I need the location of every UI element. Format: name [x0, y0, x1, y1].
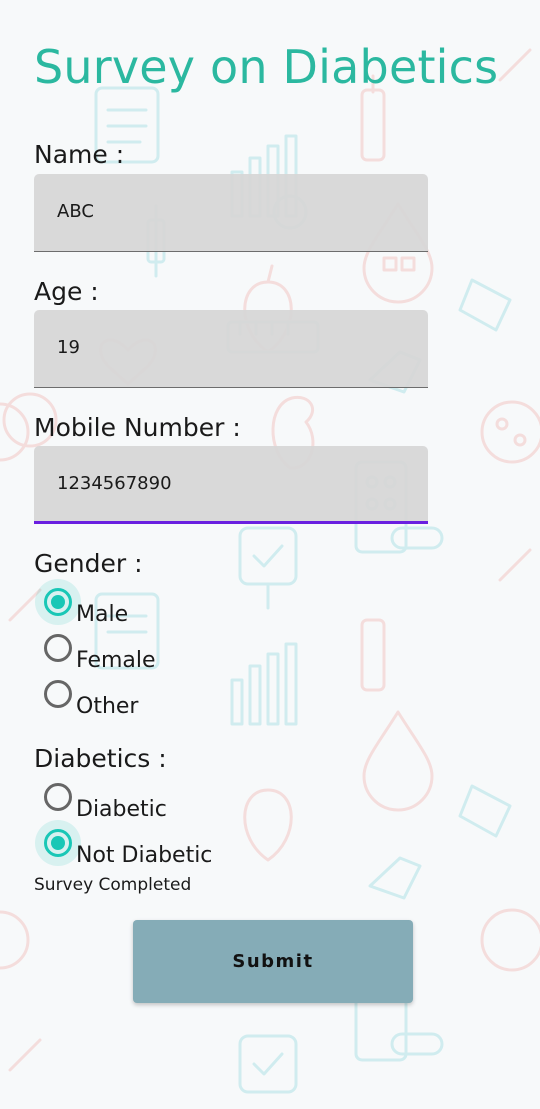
radio-checked-icon	[44, 829, 72, 857]
gender-option-label: Other	[76, 694, 139, 719]
mobile-number-value: 1234567890	[57, 473, 172, 494]
mobile-number-label: Mobile Number :	[34, 413, 241, 442]
survey-status-text: Survey Completed	[34, 875, 192, 895]
diabetics-option-label: Not Diabetic	[76, 843, 213, 868]
diabetics-label: Diabetics :	[34, 744, 167, 773]
gender-label: Gender :	[34, 549, 143, 578]
diabetics-option-label: Diabetic	[76, 797, 167, 822]
age-value: 19	[57, 337, 80, 358]
radio-unchecked-icon	[44, 783, 72, 811]
radio-unchecked-icon	[44, 634, 72, 662]
radio-checked-icon	[44, 588, 72, 616]
survey-form: Survey on Diabetics Name : ABC Age : 19 …	[0, 0, 540, 1109]
name-field[interactable]: ABC	[34, 174, 428, 252]
submit-button[interactable]: Submit	[133, 920, 413, 1003]
mobile-number-field[interactable]: 1234567890	[34, 446, 428, 524]
age-label: Age :	[34, 277, 99, 306]
page-title: Survey on Diabetics	[34, 40, 499, 94]
name-value: ABC	[57, 201, 94, 222]
age-field[interactable]: 19	[34, 310, 428, 388]
gender-option-label: Male	[76, 602, 129, 627]
gender-option-label: Female	[76, 648, 156, 673]
name-label: Name :	[34, 140, 125, 169]
radio-unchecked-icon	[44, 680, 72, 708]
